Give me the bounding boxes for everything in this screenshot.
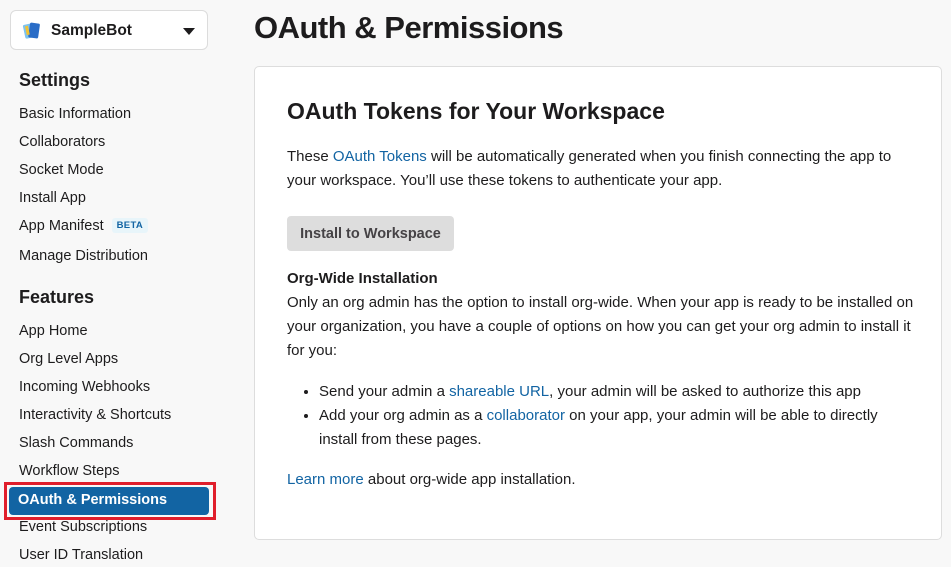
learn-more-link[interactable]: Learn more <box>287 471 364 488</box>
list-item: Send your admin a shareable URL, your ad… <box>319 380 919 404</box>
bullet-text: Send your admin a <box>319 383 450 400</box>
bullet-text: Add your org admin as a <box>319 407 487 424</box>
chevron-down-icon <box>183 28 195 35</box>
sidebar-item-org-level-apps[interactable]: Org Level Apps <box>19 351 118 367</box>
oauth-tokens-card: OAuth Tokens for Your Workspace These OA… <box>254 66 942 540</box>
list-item: Add your org admin as a collaborator on … <box>319 404 919 452</box>
sidebar-item-event-subscriptions[interactable]: Event Subscriptions <box>19 519 147 535</box>
sidebar-item-app-home[interactable]: App Home <box>19 323 88 339</box>
sidebar-item-slash-commands[interactable]: Slash Commands <box>19 435 133 451</box>
features-section-title: Features <box>19 287 95 307</box>
app-logo-icon <box>22 22 40 39</box>
org-wide-text: Only an org admin has the option to inst… <box>287 294 914 359</box>
card-heading: OAuth Tokens for Your Workspace <box>287 98 665 124</box>
sidebar-item-install-app[interactable]: Install App <box>19 190 86 206</box>
sidebar-item-collaborators[interactable]: Collaborators <box>19 134 105 150</box>
org-wide-heading: Org-Wide Installation <box>287 270 438 287</box>
sidebar-item-label: OAuth & Permissions <box>18 492 168 508</box>
install-to-workspace-button[interactable]: Install to Workspace <box>287 216 454 251</box>
sidebar-item-workflow-steps[interactable]: Workflow Steps <box>19 463 119 479</box>
oauth-tokens-link[interactable]: OAuth Tokens <box>333 148 427 165</box>
beta-badge: BETA <box>111 218 148 233</box>
learn-more-text: Learn more about org-wide app installati… <box>287 468 917 492</box>
intro-text-start: These <box>287 148 333 165</box>
sidebar-item-interactivity-shortcuts[interactable]: Interactivity & Shortcuts <box>19 407 171 423</box>
sidebar-item-user-id-translation[interactable]: User ID Translation <box>19 547 143 563</box>
settings-section-title: Settings <box>19 70 91 90</box>
sidebar-item-oauth-permissions[interactable]: OAuth & Permissions <box>9 487 209 515</box>
bullet-text: , your admin will be asked to authorize … <box>549 383 861 400</box>
learn-more-suffix: about org-wide app installation. <box>363 471 576 488</box>
app-switcher[interactable]: SampleBot <box>10 10 208 50</box>
sidebar-item-socket-mode[interactable]: Socket Mode <box>19 162 104 178</box>
sidebar-item-basic-information[interactable]: Basic Information <box>19 106 131 122</box>
shareable-url-link[interactable]: shareable URL <box>449 383 549 400</box>
page-title: OAuth & Permissions <box>254 10 564 45</box>
sidebar-item-incoming-webhooks[interactable]: Incoming Webhooks <box>19 379 150 395</box>
sidebar-item-app-manifest[interactable]: App Manifest BETA <box>19 218 148 234</box>
intro-text: These OAuth Tokens will be automatically… <box>287 145 917 193</box>
sidebar-item-manage-distribution[interactable]: Manage Distribution <box>19 248 148 264</box>
org-options-list: Send your admin a shareable URL, your ad… <box>287 380 919 452</box>
collaborator-link[interactable]: collaborator <box>487 407 565 424</box>
sidebar: SampleBot Settings Basic Information Col… <box>0 0 232 567</box>
sidebar-item-label: App Manifest <box>19 218 104 234</box>
app-name: SampleBot <box>51 22 132 39</box>
